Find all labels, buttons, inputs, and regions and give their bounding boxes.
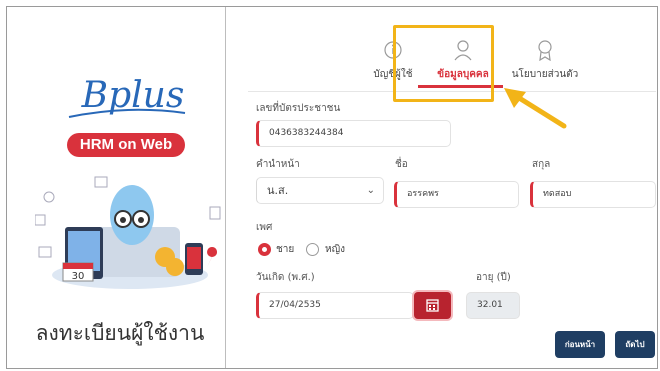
mascot-illustration: 30 <box>35 176 221 289</box>
birthdate-label: วันเกิด (พ.ศ.) <box>256 272 315 283</box>
last-name-label: สกุล <box>532 159 551 170</box>
chevron-down-icon: ⌄ <box>366 185 375 196</box>
next-button[interactable]: ถัดไป <box>615 331 655 358</box>
gender-female-label: หญิง <box>325 244 345 255</box>
prefix-value: น.ส. <box>267 184 289 197</box>
id-card-label: เลขที่บัตรประชาชน <box>256 103 341 114</box>
register-title: ลงทะเบียนผู้ใช้งาน <box>35 321 205 345</box>
highlight-box <box>393 25 494 102</box>
step-privacy-label: นโยบายส่วนตัว <box>511 69 579 80</box>
calendar-date: 30 <box>72 271 85 282</box>
hrm-badge: HRM on Web <box>67 133 185 157</box>
prefix-select[interactable]: น.ส. ⌄ <box>256 177 384 204</box>
arrow-icon <box>504 88 567 129</box>
award-icon <box>538 40 552 61</box>
calendar-icon <box>426 299 439 312</box>
calendar-button[interactable] <box>414 292 451 319</box>
gender-male-label: ชาย <box>276 244 295 255</box>
step-privacy[interactable]: นโยบายส่วนตัว <box>510 39 580 82</box>
gender-male-radio[interactable] <box>258 243 271 256</box>
id-card-input[interactable]: 0436383244384 <box>256 120 451 147</box>
first-name-input[interactable]: อรรคพร <box>394 181 519 208</box>
first-name-label: ชื่อ <box>395 159 408 170</box>
last-name-input[interactable]: ทดสอบ <box>530 181 656 208</box>
prefix-label: คำนำหน้า <box>256 159 300 170</box>
birthdate-input[interactable]: 27/04/2535 <box>256 292 414 319</box>
age-label: อายุ (ปี) <box>476 272 511 283</box>
gender-female-radio[interactable] <box>306 243 319 256</box>
age-field: 32.01 <box>466 292 520 319</box>
gender-label: เพศ <box>256 222 273 233</box>
logo-swoosh <box>68 108 186 118</box>
back-button[interactable]: ก่อนหน้า <box>555 331 605 358</box>
brand-panel: Bplus HRM on Web 30 ลงทะเบียนผู้ใช้งาน <box>7 7 226 368</box>
